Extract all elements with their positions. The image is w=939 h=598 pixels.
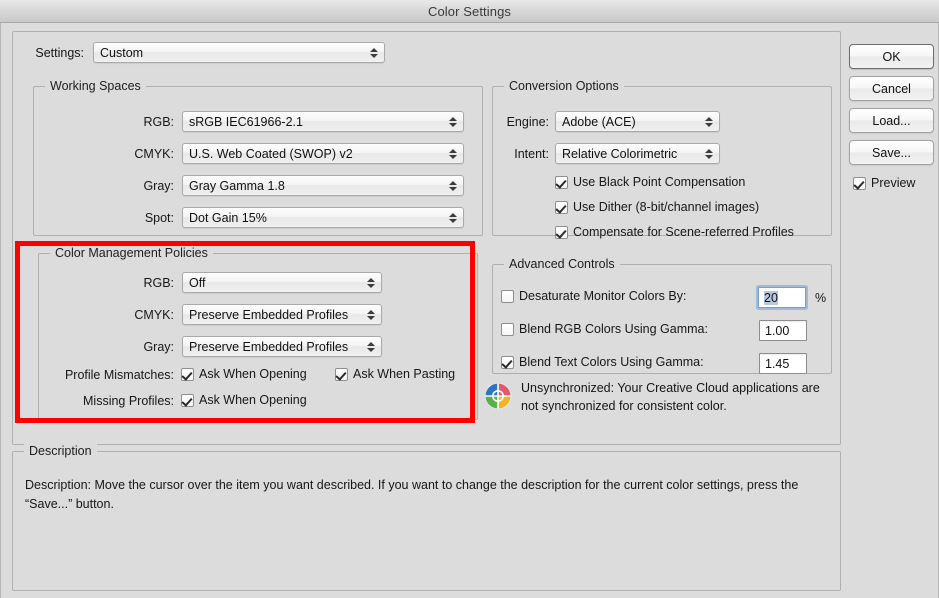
blend-rgb-colors-gamma-value: 1.00 [765, 323, 790, 338]
main-settings-panel: Settings: Custom Working Spaces RGB: sRG… [12, 31, 841, 445]
desaturate-monitor-colors-checkbox[interactable]: Desaturate Monitor Colors By: [501, 289, 686, 303]
desaturate-monitor-colors-label: Desaturate Monitor Colors By: [519, 289, 687, 303]
working-spaces-legend: Working Spaces [45, 79, 146, 93]
use-black-point-compensation-label: Use Black Point Compensation [573, 175, 746, 189]
description-text: Description: Move the cursor over the it… [25, 478, 799, 511]
checkmark-icon [853, 176, 866, 190]
chevron-updown-icon [448, 211, 457, 225]
intent-select[interactable]: Relative Colorimetric [555, 143, 720, 164]
percent-unit-label: % [815, 291, 827, 305]
advanced-controls-legend: Advanced Controls [504, 257, 620, 271]
working-spaces-rgb-label: RGB: [143, 115, 174, 129]
working-spaces-spot-select[interactable]: Dot Gain 15% [182, 207, 464, 228]
compensate-scene-referred-profiles-checkbox[interactable]: Compensate for Scene-referred Profiles [555, 225, 794, 239]
desaturate-monitor-colors-input[interactable]: 20 [758, 287, 806, 308]
settings-label: Settings: [35, 46, 84, 60]
working-spaces-spot-label: Spot: [144, 211, 174, 225]
checkmark-icon [555, 175, 568, 189]
working-spaces-spot-value: Dot Gain 15% [189, 210, 267, 225]
working-spaces-gray-value: Gray Gamma 1.8 [189, 178, 285, 193]
engine-value: Adobe (ACE) [562, 114, 636, 129]
dialog-body: Settings: Custom Working Spaces RGB: sRG… [0, 23, 939, 598]
description-legend: Description [24, 444, 97, 458]
preview-label: Preview [871, 176, 916, 190]
checkbox-icon [501, 289, 514, 303]
conversion-options-group: Conversion Options Engine: Adobe (ACE) I… [492, 79, 832, 239]
description-group: Description Description: Move the cursor… [12, 444, 841, 591]
working-spaces-cmyk-select[interactable]: U.S. Web Coated (SWOP) v2 [182, 143, 464, 164]
compensate-scene-referred-profiles-label: Compensate for Scene-referred Profiles [573, 225, 794, 239]
desaturate-monitor-colors-value: 20 [764, 290, 778, 305]
save-button[interactable]: Save... [849, 140, 934, 165]
engine-select[interactable]: Adobe (ACE) [555, 111, 720, 132]
title-bar: Color Settings [0, 0, 939, 23]
checkmark-icon [501, 355, 514, 369]
checkmark-icon [555, 200, 568, 214]
checkbox-icon [501, 322, 514, 336]
working-spaces-group: Working Spaces RGB: sRGB IEC61966-2.1 CM… [33, 79, 483, 236]
blend-text-colors-gamma-label: Blend Text Colors Using Gamma: [519, 355, 704, 369]
creative-cloud-color-wheel-icon [484, 382, 512, 410]
use-dither-label: Use Dither (8-bit/channel images) [573, 200, 760, 214]
chevron-updown-icon [704, 115, 713, 129]
conversion-options-legend: Conversion Options [504, 79, 624, 93]
chevron-updown-icon [448, 179, 457, 193]
settings-preset-value: Custom [100, 45, 144, 60]
window-title: Color Settings [427, 3, 512, 19]
blend-text-colors-gamma-checkbox[interactable]: Blend Text Colors Using Gamma: [501, 355, 704, 369]
sync-status-text: Unsynchronized: Your Creative Cloud appl… [521, 381, 820, 413]
intent-value: Relative Colorimetric [562, 146, 678, 161]
use-dither-checkbox[interactable]: Use Dither (8-bit/channel images) [555, 200, 759, 214]
working-spaces-cmyk-value: U.S. Web Coated (SWOP) v2 [189, 146, 353, 161]
advanced-controls-group: Advanced Controls Desaturate Monitor Col… [492, 257, 832, 374]
load-button[interactable]: Load... [849, 108, 934, 133]
blend-text-colors-gamma-value: 1.45 [765, 356, 790, 371]
blend-rgb-colors-gamma-label: Blend RGB Colors Using Gamma: [519, 322, 708, 336]
blend-rgb-colors-gamma-input[interactable]: 1.00 [759, 320, 807, 341]
settings-preset-select[interactable]: Custom [93, 42, 385, 63]
engine-label: Engine: [506, 115, 549, 129]
working-spaces-gray-select[interactable]: Gray Gamma 1.8 [182, 175, 464, 196]
preview-checkbox[interactable]: Preview [853, 176, 915, 190]
intent-label: Intent: [514, 147, 549, 161]
checkmark-icon [555, 225, 568, 239]
cancel-button[interactable]: Cancel [849, 76, 934, 101]
color-settings-dialog: Color Settings Settings: Custom Working … [0, 0, 939, 598]
working-spaces-rgb-select[interactable]: sRGB IEC61966-2.1 [182, 111, 464, 132]
use-black-point-compensation-checkbox[interactable]: Use Black Point Compensation [555, 175, 745, 189]
chevron-updown-icon [704, 147, 713, 161]
working-spaces-gray-label: Gray: [143, 179, 174, 193]
chevron-updown-icon [448, 147, 457, 161]
blend-text-colors-gamma-input[interactable]: 1.45 [759, 353, 807, 374]
working-spaces-rgb-value: sRGB IEC61966-2.1 [189, 114, 303, 129]
working-spaces-cmyk-label: CMYK: [134, 147, 174, 161]
color-management-policies-highlight [15, 241, 475, 423]
blend-rgb-colors-gamma-checkbox[interactable]: Blend RGB Colors Using Gamma: [501, 322, 708, 336]
chevron-updown-icon [369, 46, 378, 60]
chevron-updown-icon [448, 115, 457, 129]
ok-button[interactable]: OK [849, 44, 934, 69]
